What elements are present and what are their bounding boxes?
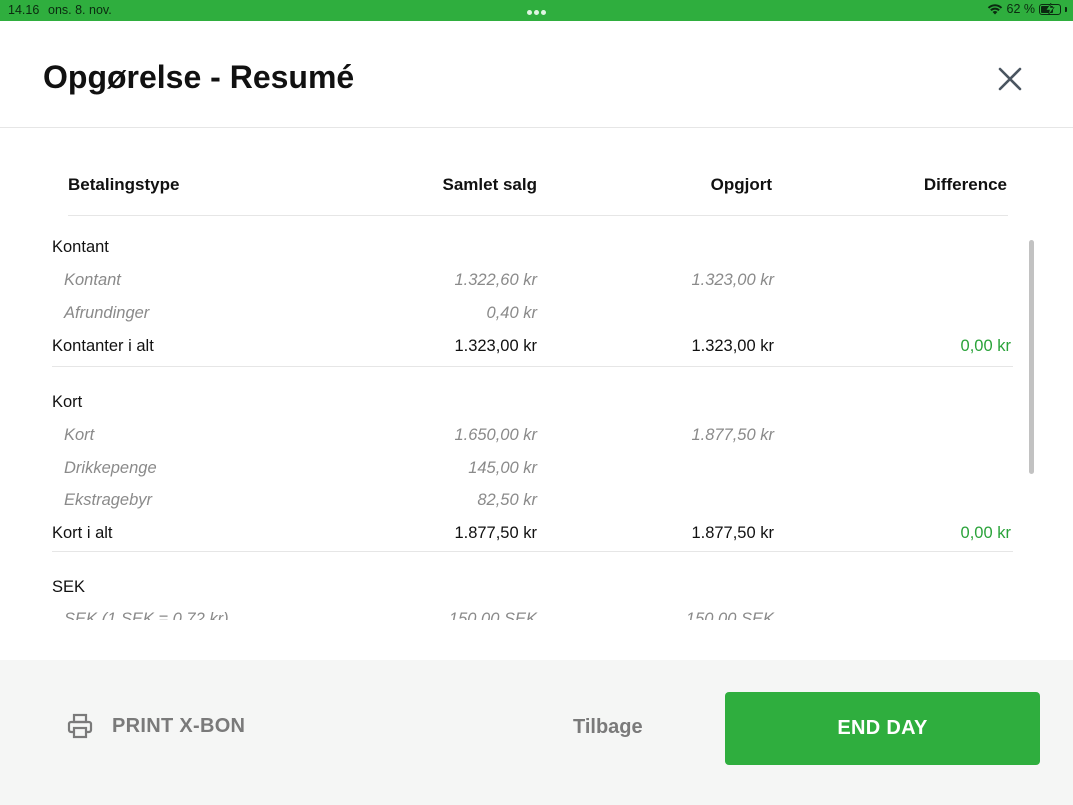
battery-icon	[1039, 2, 1061, 15]
total-row: Kort i alt 1.877,50 kr 1.877,50 kr 0,00 …	[0, 524, 1073, 557]
print-x-bon-label: PRINT X-BON	[112, 714, 246, 737]
row-settled: 1.877,50 kr	[691, 426, 774, 444]
group-label: Kort	[52, 393, 83, 411]
total-difference: 0,00 kr	[960, 524, 1011, 542]
table-row: SEK (1 SEK = 0,72 kr) 150,00 SEK 150,00 …	[0, 610, 1073, 620]
row-sales: 150,00 SEK	[448, 610, 537, 620]
close-icon[interactable]	[996, 65, 1024, 93]
column-header-payment-type: Betalingstype	[68, 175, 180, 194]
multitask-dots-icon[interactable]	[527, 4, 549, 16]
battery-tip	[1065, 6, 1067, 12]
back-button[interactable]: Tilbage	[573, 716, 643, 739]
table-row: Drikkepenge 145,00 kr	[0, 459, 1073, 492]
total-label: Kontanter i alt	[52, 337, 154, 355]
dialog-header: Opgørelse - Resumé	[0, 21, 1073, 128]
group-row: SEK	[0, 578, 1073, 611]
table-row: Kontant 1.322,60 kr 1.323,00 kr	[0, 271, 1073, 304]
column-header-settled: Opgjort	[710, 175, 772, 194]
print-x-bon-button[interactable]: PRINT X-BON	[66, 712, 245, 740]
row-sales: 82,50 kr	[477, 491, 537, 509]
group-divider	[52, 551, 1013, 552]
column-header-difference: Difference	[923, 175, 1007, 194]
end-day-button[interactable]: END DAY	[725, 692, 1040, 765]
row-sales: 1.322,60 kr	[454, 271, 537, 289]
status-date: ons. 8. nov.	[48, 3, 112, 17]
total-label: Kort i alt	[52, 524, 113, 542]
group-divider	[52, 366, 1013, 367]
row-settled: 1.323,00 kr	[691, 271, 774, 289]
wifi-icon	[987, 4, 1002, 15]
summary-table: Betalingstype Samlet salg Opgjort Differ…	[0, 128, 1073, 620]
header-divider	[68, 215, 1008, 216]
footer-bar: PRINT X-BON Tilbage END DAY	[0, 660, 1073, 805]
table-row: Ekstragebyr 82,50 kr	[0, 491, 1073, 524]
row-label: Afrundinger	[64, 304, 150, 322]
total-settled: 1.323,00 kr	[691, 337, 774, 355]
total-settled: 1.877,50 kr	[691, 524, 774, 542]
printer-icon	[67, 713, 93, 739]
page-title: Opgørelse - Resumé	[43, 59, 355, 95]
row-label: SEK (1 SEK = 0,72 kr)	[64, 610, 229, 620]
row-label: Drikkepenge	[64, 459, 157, 477]
column-header-total-sales: Samlet salg	[442, 175, 538, 194]
group-row: Kontant	[0, 238, 1073, 271]
total-sales: 1.877,50 kr	[454, 524, 537, 542]
battery-percent: 62 %	[1006, 2, 1036, 16]
group-label: SEK	[52, 578, 86, 596]
row-sales: 1.650,00 kr	[454, 426, 537, 444]
group-label: Kontant	[52, 238, 109, 256]
vertical-scrollbar[interactable]	[1029, 240, 1034, 474]
total-difference: 0,00 kr	[960, 337, 1011, 355]
row-settled: 150,00 SEK	[685, 610, 774, 620]
total-sales: 1.323,00 kr	[454, 337, 537, 355]
row-label: Ekstragebyr	[64, 491, 153, 509]
row-sales: 145,00 kr	[468, 459, 537, 477]
row-sales: 0,40 kr	[486, 304, 537, 322]
status-bar: 14.16 ons. 8. nov. 62 %	[0, 0, 1073, 21]
row-label: Kontant	[64, 271, 121, 289]
status-time: 14.16	[8, 3, 40, 17]
table-row: Afrundinger 0,40 kr	[0, 304, 1073, 337]
row-label: Kort	[64, 426, 95, 444]
group-row: Kort	[0, 393, 1073, 426]
table-row: Kort 1.650,00 kr 1.877,50 kr	[0, 426, 1073, 459]
status-right: 62 %	[987, 2, 1067, 16]
